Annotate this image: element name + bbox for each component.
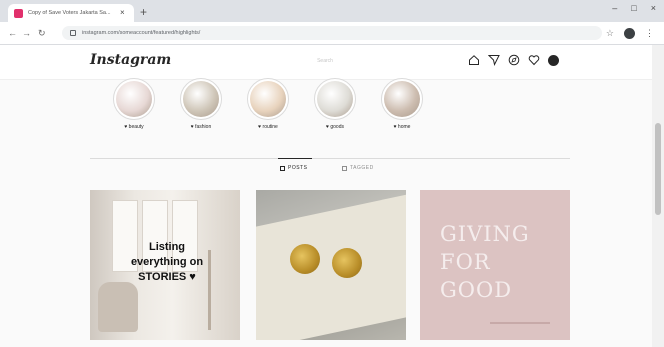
caption-line: GOOD	[440, 278, 513, 302]
explore-icon[interactable]	[508, 54, 520, 66]
caption-line: GIVING	[440, 222, 530, 246]
heart-icon[interactable]	[528, 54, 540, 66]
post-tile[interactable]: GIVING FOR GOOD	[420, 190, 570, 340]
tab-tagged-label: TAGGED	[350, 165, 374, 171]
back-arrow-icon[interactable]: ←	[8, 26, 17, 40]
active-tab-indicator	[278, 158, 312, 159]
tab-tagged[interactable]: TAGGED	[342, 165, 374, 171]
highlight-ring	[180, 78, 222, 120]
browser-profile-icon[interactable]	[624, 27, 635, 39]
scrollbar-thumb[interactable]	[655, 123, 661, 215]
highlight-ring	[314, 78, 356, 120]
story-highlight[interactable]: ♥ fashion	[171, 78, 231, 130]
post-caption-overlay: Listing everything on STORIES ♥	[108, 240, 226, 285]
new-tab-button[interactable]: +	[140, 5, 147, 19]
highlight-label: ♥ home	[393, 124, 411, 130]
window-controls: – □ ×	[612, 3, 656, 13]
post-tile[interactable]: Listing everything on STORIES ♥	[90, 190, 240, 340]
close-tab-icon[interactable]: ×	[120, 9, 125, 17]
gold-coin-image	[290, 244, 320, 274]
highlight-label: ♥ beauty	[124, 124, 144, 130]
highlight-cover-image	[183, 81, 219, 117]
highlight-label: ♥ routine	[258, 124, 278, 130]
close-window-button[interactable]: ×	[651, 3, 656, 13]
nav-icons	[468, 54, 559, 66]
fabric-decor	[256, 193, 406, 340]
highlight-cover-image	[116, 81, 152, 117]
url-text: instagram.com/someaccount/featured/highl…	[82, 30, 201, 36]
page-scrollbar[interactable]	[652, 45, 664, 347]
highlight-cover-image	[317, 81, 353, 117]
browser-toolbar: ← → ↻ instagram.com/someaccount/featured…	[0, 22, 664, 45]
instagram-favicon-icon	[14, 8, 23, 18]
highlight-ring	[113, 78, 155, 120]
story-highlight[interactable]: ♥ beauty	[104, 78, 164, 130]
instagram-logo[interactable]: Instagram	[90, 52, 171, 68]
chair-decor	[98, 282, 138, 332]
tab-posts[interactable]: POSTS	[280, 165, 307, 171]
toolbar-right: ☆ ⋮	[606, 26, 654, 40]
forward-arrow-icon[interactable]: →	[22, 26, 31, 40]
tab-title: Copy of Save Voters Jakarta Sa...	[28, 10, 111, 16]
tag-icon	[342, 165, 347, 171]
highlight-ring	[381, 78, 423, 120]
post-tile[interactable]	[256, 190, 406, 340]
browser-menu-icon[interactable]: ⋮	[645, 26, 654, 40]
home-icon[interactable]	[468, 54, 480, 66]
story-highlight[interactable]: ♥ goods	[305, 78, 365, 130]
lock-icon	[70, 30, 76, 36]
browser-tab-strip: Copy of Save Voters Jakarta Sa... × + – …	[0, 0, 664, 22]
highlight-label: ♥ fashion	[190, 124, 212, 130]
bookmark-star-icon[interactable]: ☆	[606, 26, 614, 40]
minimize-button[interactable]: –	[612, 3, 617, 13]
direct-icon[interactable]	[488, 54, 500, 66]
instagram-header: Instagram Search	[0, 45, 652, 80]
highlight-label: ♥ goods	[326, 124, 344, 130]
caption-line: FOR	[440, 250, 491, 274]
profile-avatar[interactable]	[548, 54, 559, 66]
maximize-button[interactable]: □	[631, 3, 636, 13]
caption-line: STORIES ♥	[138, 271, 196, 283]
highlight-cover-image	[384, 81, 420, 117]
instagram-page: Instagram Search ♥ beauty ♥ fashion ♥ rout…	[0, 45, 652, 347]
decorative-line	[490, 322, 550, 324]
search-input[interactable]: Search	[270, 54, 380, 68]
reload-icon[interactable]: ↻	[38, 26, 46, 40]
browser-tab[interactable]: Copy of Save Voters Jakarta Sa... ×	[8, 4, 134, 22]
post-caption-overlay: GIVING FOR GOOD	[440, 220, 530, 304]
highlight-ring	[247, 78, 289, 120]
gold-coin-image	[332, 248, 362, 278]
highlight-cover-image	[250, 81, 286, 117]
story-highlight[interactable]: ♥ routine	[238, 78, 298, 130]
profile-tabs: POSTS TAGGED	[90, 158, 570, 179]
tab-posts-label: POSTS	[288, 165, 308, 171]
story-highlight[interactable]: ♥ home	[372, 78, 432, 130]
grid-icon	[280, 165, 285, 171]
address-bar[interactable]: instagram.com/someaccount/featured/highl…	[62, 26, 602, 40]
caption-line: Listing	[148, 241, 186, 253]
caption-line: everything on	[130, 256, 204, 268]
